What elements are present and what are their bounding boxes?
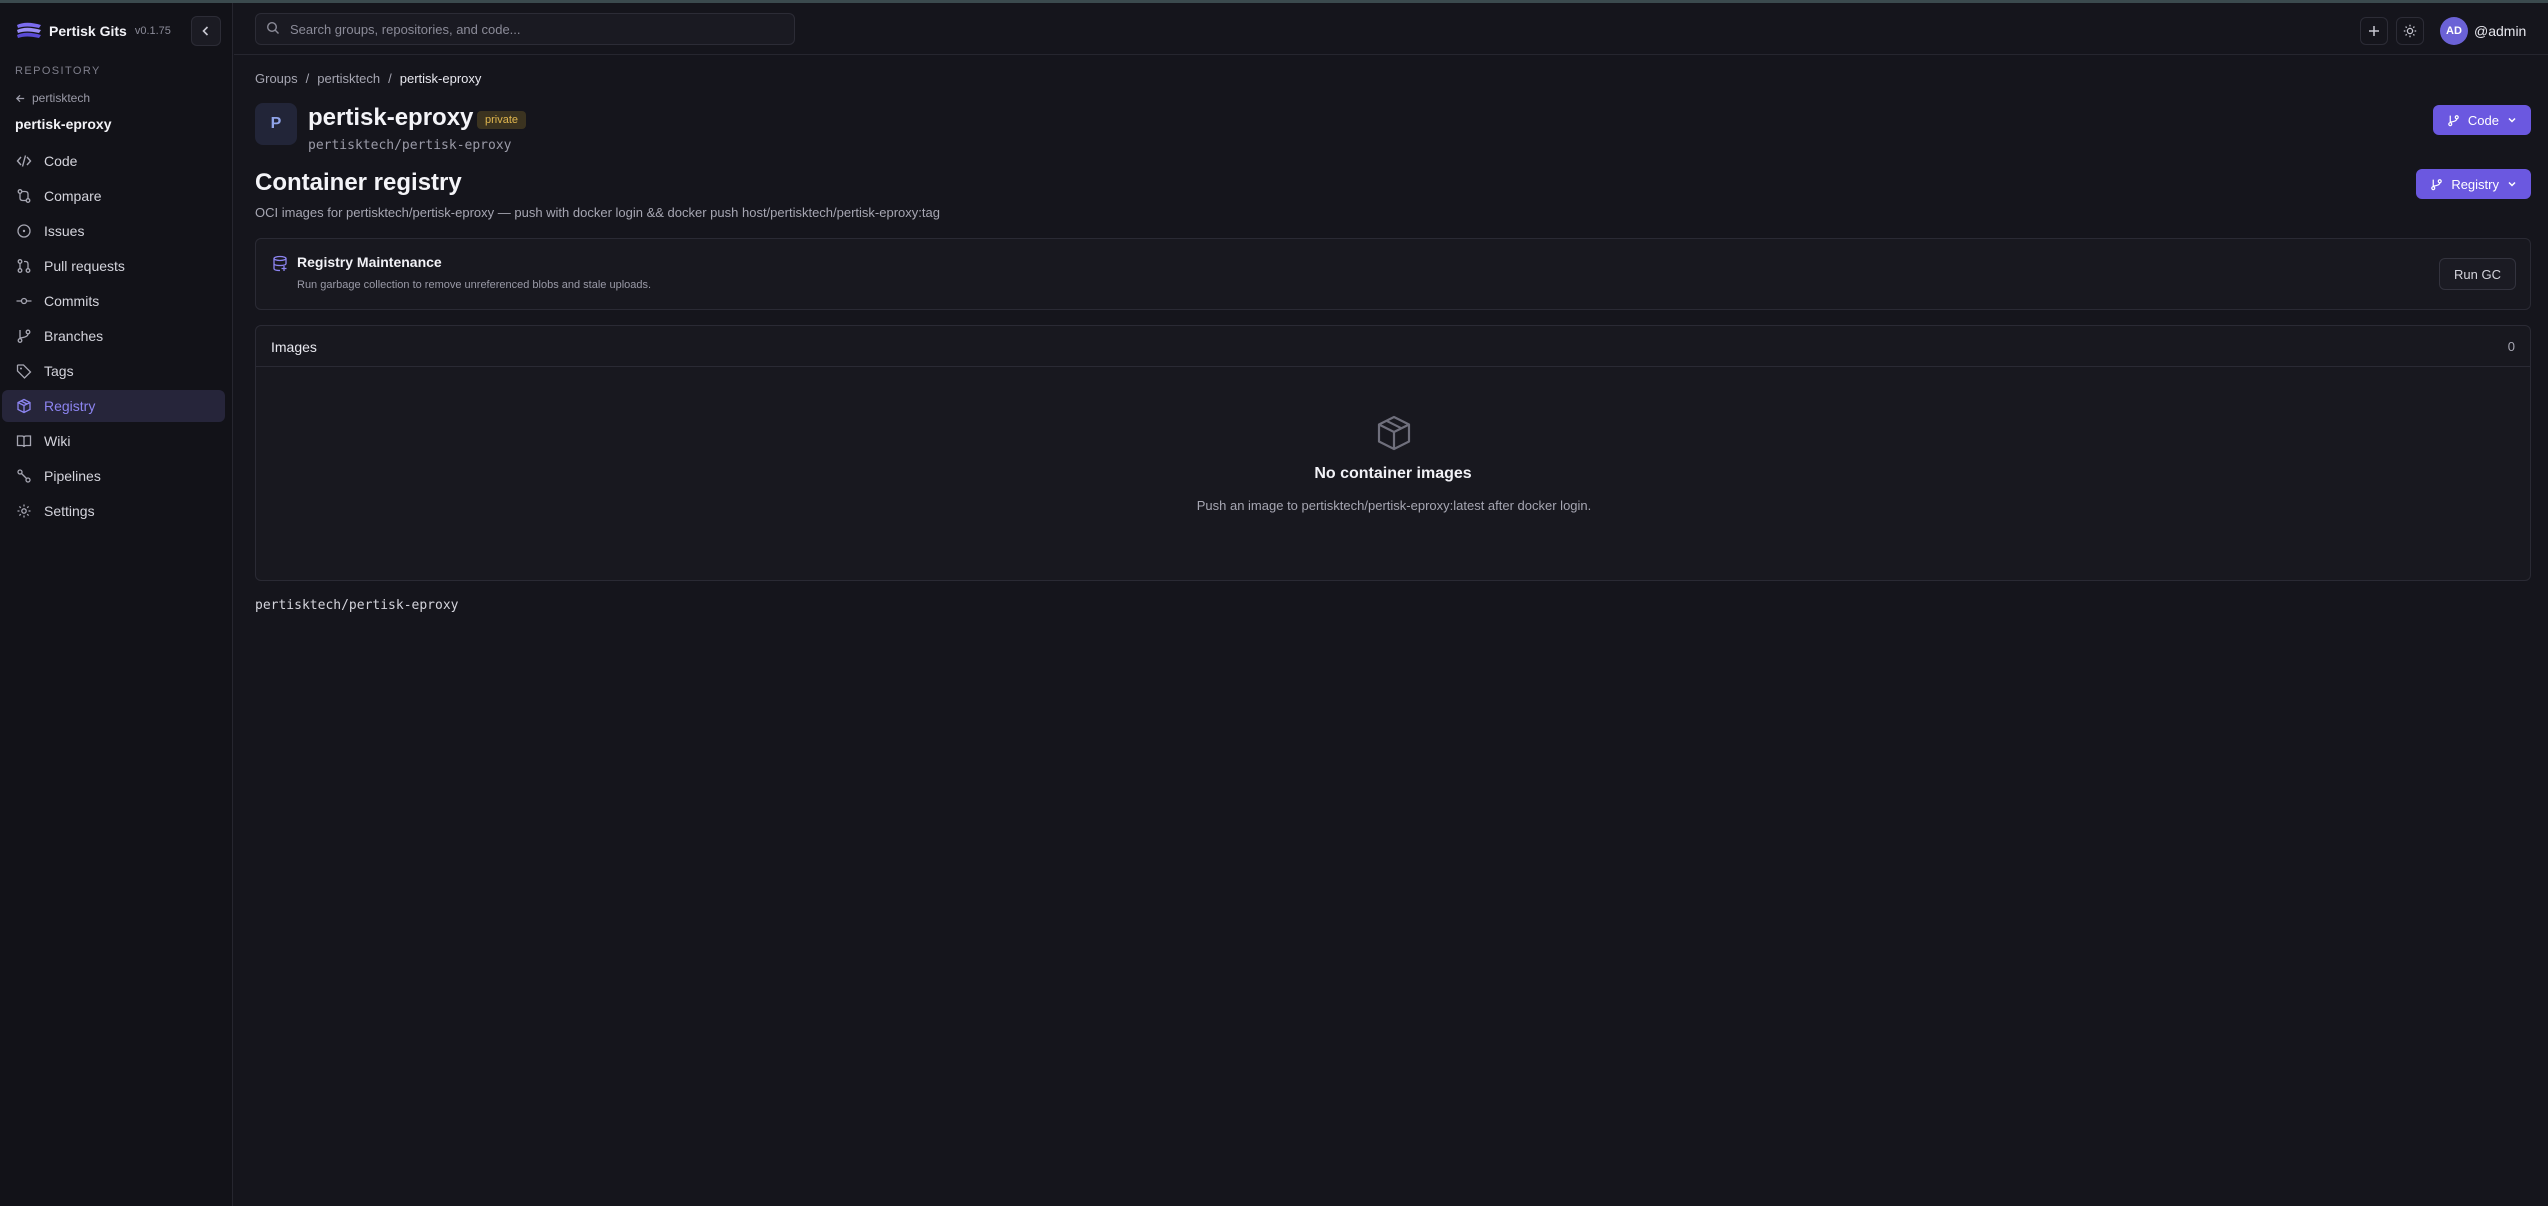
sidebar-item-pipelines[interactable]: Pipelines bbox=[2, 460, 225, 492]
sidebar-item-label: Pull requests bbox=[44, 258, 125, 274]
breadcrumb: Groups / pertisktech / pertisk-eproxy bbox=[255, 71, 481, 86]
sidebar-item-label: Branches bbox=[44, 328, 104, 344]
pipeline-icon bbox=[16, 468, 32, 484]
package-icon bbox=[16, 398, 32, 414]
issue-icon bbox=[16, 223, 32, 239]
sidebar-item-branches[interactable]: Branches bbox=[2, 320, 225, 352]
branch-icon bbox=[16, 328, 32, 344]
breadcrumb-groups[interactable]: Groups bbox=[255, 71, 298, 86]
sidebar-item-wiki[interactable]: Wiki bbox=[2, 425, 225, 457]
registry-button-label: Registry bbox=[2451, 176, 2499, 192]
registry-maintenance-card: Registry Maintenance Run garbage collect… bbox=[255, 238, 2531, 310]
repo-nav: Code Compare Issues Pull requests Commit… bbox=[0, 145, 233, 530]
sidebar-item-settings[interactable]: Settings bbox=[2, 495, 225, 527]
images-count: 0 bbox=[2507, 339, 2515, 354]
footer-repo-path: pertisktech/pertisk-eproxy bbox=[255, 598, 459, 613]
breadcrumb-current: pertisk-eproxy bbox=[399, 71, 482, 86]
page-title: Container registry bbox=[255, 169, 462, 196]
run-gc-button[interactable]: Run GC bbox=[2439, 258, 2516, 290]
app-version: v0.1.75 bbox=[134, 25, 171, 37]
brand-logo-icon bbox=[17, 22, 41, 38]
sidebar-item-label: Registry bbox=[44, 398, 96, 414]
sidebar-item-pull-requests[interactable]: Pull requests bbox=[2, 250, 225, 282]
sidebar-item-registry[interactable]: Registry bbox=[2, 390, 225, 422]
package-icon bbox=[1377, 415, 1411, 451]
sidebar-item-label: Pipelines bbox=[44, 468, 101, 484]
branch-icon bbox=[2448, 114, 2459, 126]
images-card: Images 0 No container images Push an ima… bbox=[255, 325, 2531, 581]
repo-path: pertisktech/pertisk-eproxy bbox=[308, 138, 512, 153]
user-avatar[interactable]: AD bbox=[2440, 17, 2468, 45]
repo-title: pertisk-eproxy bbox=[308, 104, 474, 131]
images-header: Images 0 bbox=[256, 326, 2530, 367]
chevron-down-icon bbox=[2508, 181, 2516, 187]
create-new-button[interactable] bbox=[2360, 17, 2388, 45]
sidebar: Pertisk Gits v0.1.75 REPOSITORY pertiskt… bbox=[0, 3, 233, 1206]
maintenance-title: Registry Maintenance bbox=[297, 254, 442, 270]
sidebar-item-label: Compare bbox=[44, 188, 102, 204]
brand-name: Pertisk Gits bbox=[49, 23, 127, 39]
collapse-sidebar-button[interactable] bbox=[191, 16, 221, 46]
brand[interactable]: Pertisk Gits v0.1.75 bbox=[15, 19, 171, 43]
gear-icon bbox=[16, 503, 32, 519]
pull-request-icon bbox=[16, 258, 32, 274]
back-link-label: pertisktech bbox=[32, 91, 91, 105]
top-header: Search groups, repositories, and code...… bbox=[234, 3, 2548, 55]
breadcrumb-separator: / bbox=[388, 71, 392, 86]
search-icon bbox=[266, 21, 282, 37]
search-input[interactable]: Search groups, repositories, and code... bbox=[255, 13, 795, 45]
tag-icon bbox=[16, 363, 32, 379]
theme-toggle-button[interactable] bbox=[2396, 17, 2424, 45]
images-title: Images bbox=[271, 339, 317, 355]
sidebar-item-code[interactable]: Code bbox=[2, 145, 225, 177]
sidebar-item-issues[interactable]: Issues bbox=[2, 215, 225, 247]
sidebar-item-commits[interactable]: Commits bbox=[2, 285, 225, 317]
code-button[interactable]: Code bbox=[2432, 105, 2531, 135]
book-icon bbox=[16, 433, 32, 449]
plus-icon bbox=[2369, 26, 2379, 36]
breadcrumb-separator: / bbox=[305, 71, 310, 86]
code-icon bbox=[16, 153, 32, 169]
back-to-group-link[interactable]: pertisktech bbox=[15, 91, 90, 105]
empty-state-description: Push an image to pertisktech/pertisk-epr… bbox=[1196, 498, 1592, 513]
maintenance-description: Run garbage collection to remove unrefer… bbox=[297, 279, 652, 291]
chevron-down-icon bbox=[2508, 117, 2516, 123]
sidebar-item-label: Code bbox=[44, 153, 78, 169]
search-placeholder: Search groups, repositories, and code... bbox=[290, 21, 521, 37]
sidebar-item-compare[interactable]: Compare bbox=[2, 180, 225, 212]
branch-icon bbox=[2431, 178, 2443, 190]
compare-icon bbox=[16, 188, 32, 204]
registry-button[interactable]: Registry bbox=[2416, 169, 2531, 199]
sidebar-item-label: Issues bbox=[44, 223, 85, 239]
commit-icon bbox=[16, 293, 32, 309]
database-icon bbox=[273, 255, 287, 272]
sidebar-item-tags[interactable]: Tags bbox=[2, 355, 225, 387]
username[interactable]: @admin bbox=[2474, 23, 2526, 39]
breadcrumb-group[interactable]: pertisktech bbox=[317, 71, 380, 86]
sidebar-item-label: Wiki bbox=[44, 433, 71, 449]
sidebar-item-label: Tags bbox=[44, 363, 74, 379]
code-button-label: Code bbox=[2467, 112, 2499, 128]
repo-avatar: P bbox=[255, 103, 297, 145]
sidebar-section-label: REPOSITORY bbox=[15, 65, 101, 77]
visibility-badge: private bbox=[477, 111, 527, 129]
empty-state-title: No container images bbox=[1314, 465, 1472, 482]
sidebar-item-label: Commits bbox=[44, 293, 100, 309]
sidebar-item-label: Settings bbox=[44, 503, 95, 519]
chevron-left-icon bbox=[202, 26, 209, 36]
arrow-left-icon bbox=[15, 94, 25, 102]
page-description: OCI images for pertisktech/pertisk-eprox… bbox=[255, 205, 940, 220]
sidebar-repo-name: pertisk-eproxy bbox=[15, 116, 112, 132]
sun-icon bbox=[2403, 24, 2417, 38]
